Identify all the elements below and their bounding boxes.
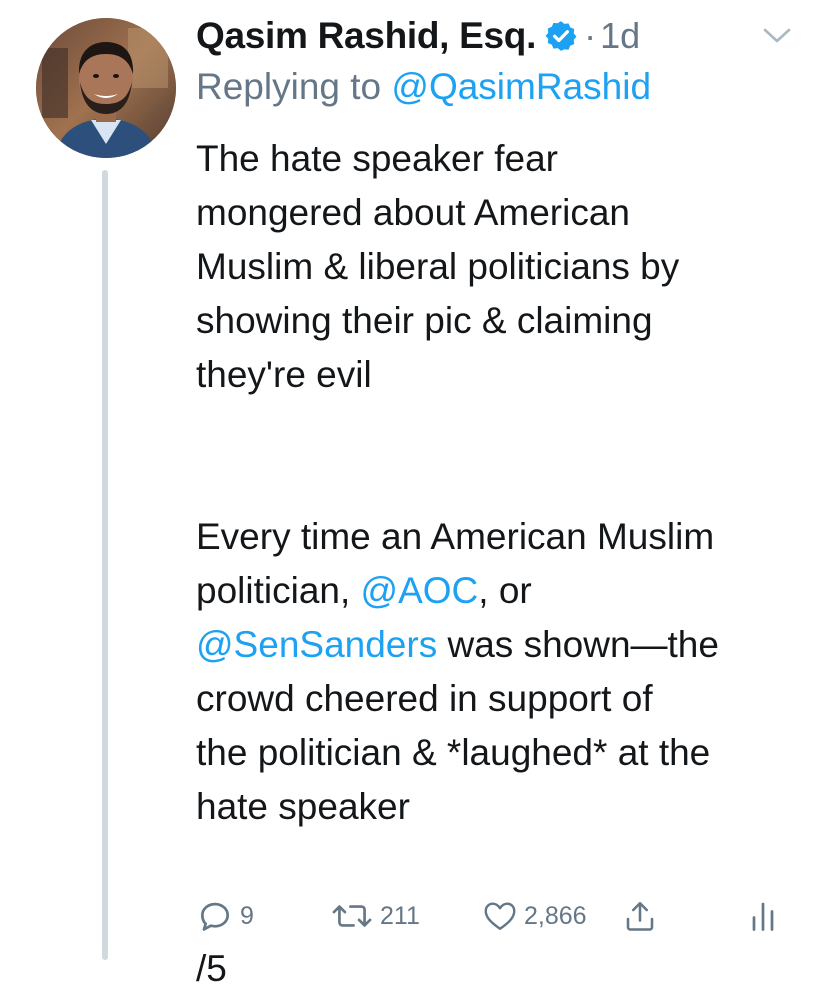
retweet-button[interactable]: 211 — [330, 892, 420, 940]
mention-sensanders-link[interactable]: @SenSanders — [196, 624, 437, 665]
verified-badge-icon — [544, 19, 578, 53]
share-button[interactable] — [622, 892, 658, 940]
tweet-paragraph-2-b: , or — [478, 570, 532, 611]
tweet: Qasim Rashid, Esq. · 1d Replying to @Qas… — [0, 0, 820, 989]
reply-count: 9 — [240, 901, 254, 930]
author-name[interactable]: Qasim Rashid, Esq. — [196, 15, 536, 57]
like-button[interactable]: 2,866 — [482, 892, 587, 940]
tweet-text: The hate speaker fear mongered about Ame… — [196, 132, 796, 996]
heart-icon — [482, 898, 518, 934]
chevron-down-icon[interactable] — [762, 26, 792, 46]
tweet-header: Qasim Rashid, Esq. · 1d — [196, 10, 796, 62]
like-count: 2,866 — [524, 901, 587, 930]
avatar[interactable] — [36, 18, 176, 158]
analytics-button[interactable] — [748, 892, 778, 940]
mention-aoc-link[interactable]: @AOC — [361, 570, 479, 611]
thread-line — [102, 170, 108, 960]
thread-marker: /5 — [196, 948, 227, 989]
reply-button[interactable]: 9 — [196, 892, 254, 940]
replying-handle-link[interactable]: @QasimRashid — [391, 66, 651, 107]
tweet-paragraph-1: The hate speaker fear mongered about Ame… — [196, 138, 680, 395]
tweet-actions: 9 211 2,866 — [196, 892, 796, 940]
analytics-icon — [748, 897, 778, 935]
reply-icon — [196, 897, 234, 935]
replying-to: Replying to @QasimRashid — [196, 66, 651, 108]
retweet-icon — [330, 897, 374, 935]
share-icon — [622, 897, 658, 935]
timestamp[interactable]: 1d — [600, 15, 640, 57]
retweet-count: 211 — [380, 901, 420, 930]
header-separator: · — [584, 15, 597, 56]
replying-prefix: Replying to — [196, 66, 392, 107]
